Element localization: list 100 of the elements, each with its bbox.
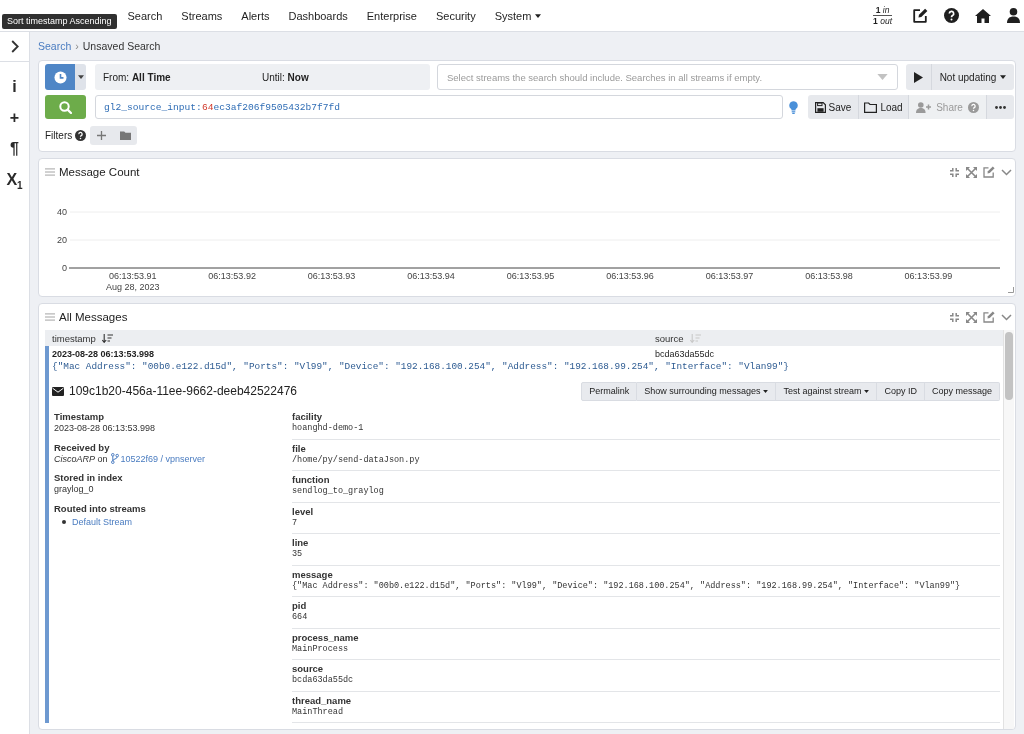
envelope-icon xyxy=(52,386,64,396)
edit-icon[interactable] xyxy=(913,8,928,23)
time-range-dropdown[interactable] xyxy=(75,64,86,90)
nav-link[interactable]: Alerts xyxy=(241,9,270,22)
breadcrumb-link[interactable]: Search xyxy=(38,40,72,52)
y-tick-label: 0 xyxy=(62,263,67,273)
folder-icon xyxy=(864,101,878,113)
search-icon xyxy=(59,100,72,114)
compress-icon[interactable] xyxy=(949,166,960,178)
caret-icon xyxy=(1000,75,1007,79)
field-value: {"Mac Address": "00b0.e122.d15d", "Ports": "Vl99", "Device": "192.168.100.254", "Address": "192.168.99.254", "Interface": "Vlan99"} xyxy=(292,580,961,592)
field-value: bcda63da55dc xyxy=(292,674,354,686)
field-value: MainThread xyxy=(292,705,343,718)
field-value: hoanghd-demo-1 xyxy=(292,422,364,434)
nav-link[interactable]: Dashboards xyxy=(288,9,348,22)
field-name: file xyxy=(292,442,306,454)
message-action-button[interactable]: Copy ID xyxy=(877,381,925,401)
node-link[interactable]: 10522f69 / vpnserver xyxy=(110,452,206,465)
widget-title: Message Count xyxy=(59,166,140,178)
message-id: 109c1b20-456a-11ee-9662-deeb42522476 xyxy=(69,384,297,398)
more-icon xyxy=(995,105,1006,109)
chevron-down-icon[interactable] xyxy=(1001,313,1012,321)
chevron-right-icon[interactable] xyxy=(10,40,19,53)
lightbulb-icon[interactable] xyxy=(789,100,798,114)
field-name: thread_name xyxy=(292,694,352,706)
x-tick-label: 06:13:53.97 xyxy=(705,271,754,281)
nav-link[interactable]: Security xyxy=(435,9,476,22)
field-name: pid xyxy=(292,600,307,611)
time-range-from: From: All Time xyxy=(103,71,171,83)
stream-select[interactable]: Select streams the search should include. Searches in all streams if empty. xyxy=(437,64,898,90)
expand-icon[interactable] xyxy=(966,311,977,323)
scrollbar-thumb[interactable] xyxy=(1005,332,1013,400)
message-action-button[interactable]: Permalink xyxy=(581,381,638,401)
x-tick-label: 06:13:53.91 xyxy=(108,271,157,281)
play-button[interactable] xyxy=(906,64,931,90)
resize-handle-icon[interactable] xyxy=(1008,287,1014,293)
column-header[interactable]: timestamp xyxy=(52,332,113,344)
sidebar-tool-button[interactable]: ¶ xyxy=(10,140,19,158)
sort-icon[interactable] xyxy=(101,333,113,343)
message-action-button[interactable]: Test against stream xyxy=(776,381,878,401)
nav-link[interactable]: Search xyxy=(127,9,163,22)
received-by-text: CiscoARP on xyxy=(54,453,108,465)
column-header[interactable]: source xyxy=(655,332,701,344)
field-value: MainProcess xyxy=(292,643,349,655)
message-row[interactable] xyxy=(45,346,1003,723)
field-value: 35 xyxy=(292,548,303,560)
nav-link[interactable]: System xyxy=(494,9,542,22)
field-value: 7 xyxy=(292,516,298,529)
query-input[interactable]: gl2_source_input:64ec3af206f9505432b7f7fd xyxy=(95,95,783,119)
tooltip: Sort timestamp Ascending xyxy=(2,14,117,29)
message-action-button[interactable]: Show surrounding messages xyxy=(637,381,777,401)
field-name: function xyxy=(292,474,330,485)
user-plus-icon xyxy=(916,101,932,113)
message-action-button[interactable]: Copy message xyxy=(924,381,1000,401)
y-tick-label: 20 xyxy=(57,235,67,245)
x-tick-label: 06:13:53.99 xyxy=(904,271,953,281)
time-range-button[interactable] xyxy=(45,64,75,90)
more-button[interactable] xyxy=(986,95,1014,119)
search-button[interactable] xyxy=(45,95,86,119)
folder-icon xyxy=(120,131,131,140)
drag-handle-icon[interactable] xyxy=(45,313,55,321)
refresh-button[interactable]: Not updating xyxy=(931,64,1014,90)
meta-label: Received by xyxy=(54,441,110,453)
stream-link[interactable]: Default Stream xyxy=(72,515,133,528)
sidebar-tool-button[interactable]: X$_{1}$ xyxy=(6,171,23,189)
field-name: message xyxy=(292,568,333,580)
home-icon[interactable] xyxy=(975,8,991,23)
caret-icon xyxy=(77,75,84,79)
branch-icon xyxy=(110,453,119,464)
field-name: facility xyxy=(292,411,323,422)
caret-icon xyxy=(877,74,888,80)
meta-value: 2023-08-28 06:13:53.998 xyxy=(54,422,156,434)
x-tick-label: 06:13:53.92 xyxy=(208,271,256,281)
user-icon[interactable] xyxy=(1007,8,1020,23)
nav-link[interactable]: Enterprise xyxy=(366,9,417,22)
widget-title: All Messages xyxy=(59,311,128,323)
filters-label: Filters xyxy=(45,130,73,141)
help-icon[interactable] xyxy=(944,8,959,23)
help-icon[interactable] xyxy=(75,130,87,141)
x-tick-label: 06:13:53.96 xyxy=(606,271,654,281)
load-button[interactable]: Load xyxy=(858,95,908,119)
x-tick-label: 06:13:53.94 xyxy=(407,271,455,281)
field-name: source xyxy=(292,663,324,674)
meta-label: Stored in index xyxy=(54,472,123,483)
time-range-display[interactable]: From: All Time Until: Now xyxy=(95,64,430,90)
nav-link[interactable]: Streams xyxy=(181,9,223,22)
field-name: level xyxy=(292,505,314,517)
chevron-down-icon[interactable] xyxy=(1001,168,1012,176)
save-button[interactable]: Save xyxy=(808,95,858,119)
x-tick-label: 06:13:53.93 xyxy=(307,271,356,281)
clock-icon xyxy=(53,70,67,84)
breadcrumb-current: Unsaved Search xyxy=(82,40,161,52)
drag-handle-icon[interactable] xyxy=(45,168,55,176)
sidebar-tool-button[interactable]: + xyxy=(9,109,20,127)
compress-icon[interactable] xyxy=(949,311,960,323)
meta-label: Routed into streams xyxy=(54,502,146,514)
play-icon xyxy=(914,71,923,83)
expand-icon[interactable] xyxy=(966,166,977,178)
field-name: process_name xyxy=(292,631,359,643)
sidebar-tool-button[interactable]: i xyxy=(12,78,17,96)
